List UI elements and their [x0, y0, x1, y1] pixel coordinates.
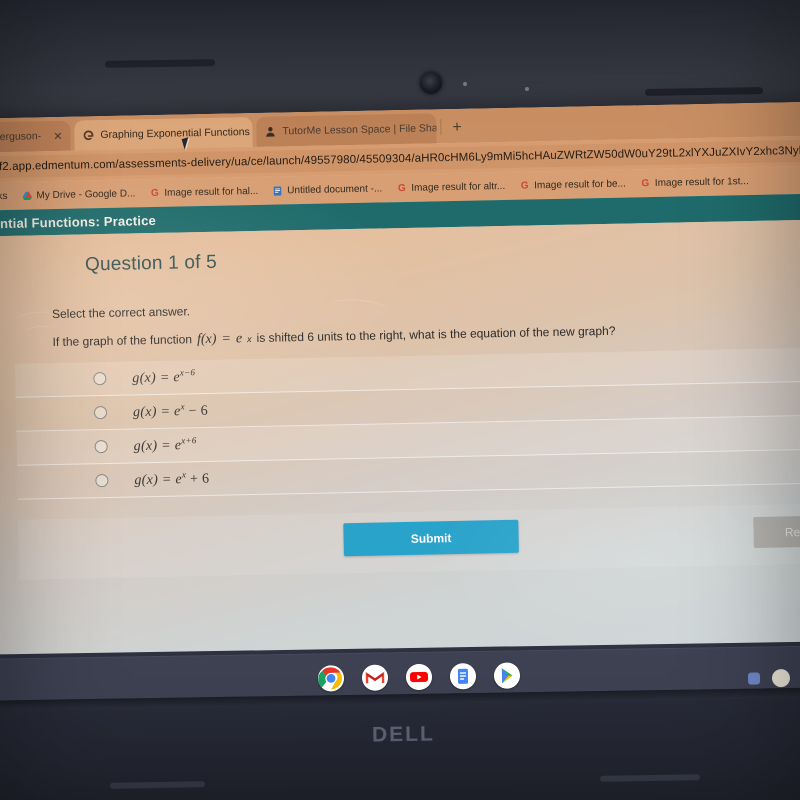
laptop-screen: 012 - Ferguson- ✕ Graphing Exponential F…: [0, 101, 800, 679]
night-light-moon-icon[interactable]: [771, 668, 791, 688]
answer-b-exponent: x: [180, 401, 185, 412]
instruction-text: Select the correct answer.: [51, 304, 191, 322]
reset-button[interactable]: Reset: [753, 515, 800, 549]
close-tab-1-icon[interactable]: ✕: [47, 129, 62, 142]
new-tab-button[interactable]: +: [452, 119, 462, 137]
answer-choice-b-label: g(x) = ex − 6: [132, 401, 209, 421]
screen-capture-icon[interactable]: [747, 672, 761, 685]
radio-button-b[interactable]: [93, 405, 108, 420]
docs-icon: [272, 185, 283, 196]
gmail-icon[interactable]: [361, 664, 389, 691]
page-title: Question 1 of 5: [84, 251, 218, 276]
assessment-content: Question 1 of 5 Select the correct answe…: [0, 219, 800, 679]
play-store-icon[interactable]: [493, 662, 521, 689]
action-button-row: Submit Reset: [18, 503, 800, 580]
bookmark-image-result-altr-label: Image result for altr...: [411, 180, 506, 194]
answer-a-exponent: x−6: [179, 367, 196, 378]
bookmark-my-drive[interactable]: My Drive - Google D...: [21, 188, 135, 201]
browser-tab-1-title: 012 - Ferguson-: [0, 130, 42, 144]
bookmark-image-result-hal-label: Image result for hal...: [164, 185, 259, 199]
bookmark-untitled-document-label: Untitled document -...: [287, 182, 383, 196]
google-docs-icon[interactable]: [449, 663, 477, 690]
question-prompt: If the graph of the function f(x) = ex i…: [52, 324, 615, 351]
dell-logo: DELL: [371, 722, 435, 747]
edmentum-icon: [82, 129, 94, 141]
answer-d-tail: + 6: [189, 471, 210, 488]
google-icon: G: [520, 179, 529, 192]
browser-tab-2-title: Graphing Exponential Functions: [100, 126, 250, 142]
bookmark-image-result-hal[interactable]: G Image result for hal...: [149, 185, 259, 199]
bookmark-image-result-1st-label: Image result for 1st...: [654, 175, 749, 189]
browser-tab-3[interactable]: TutorMe Lesson Space | File Sha ✕: [256, 113, 437, 147]
radio-button-d[interactable]: [95, 473, 109, 488]
shelf-status-tray[interactable]: [747, 665, 800, 690]
bookmark-untitled-document[interactable]: Untitled document -...: [272, 183, 382, 196]
browser-tab-3-title: TutorMe Lesson Space | File Sha: [282, 122, 437, 138]
answer-choice-c-label: g(x) = ex+6: [133, 435, 197, 455]
answer-choice-list: g(x) = ex−6 g(x) = ex − 6 g(x) = ex+6 g(…: [15, 347, 800, 500]
prompt-base: e: [235, 331, 243, 347]
drive-icon: [21, 190, 32, 201]
assessment-title: ponential Functions: Practice: [0, 212, 157, 232]
browser-tab-1[interactable]: 012 - Ferguson- ✕: [0, 120, 71, 154]
person-icon: [264, 126, 276, 138]
bookmark-image-result-1st[interactable]: G Image result for 1st...: [640, 176, 749, 189]
radio-button-a[interactable]: [93, 371, 107, 386]
photograph-of-laptop: 012 - Ferguson- ✕ Graphing Exponential F…: [0, 0, 800, 800]
youtube-icon[interactable]: [405, 663, 433, 691]
question-prompt-suffix: is shifted 6 units to the right, what is…: [256, 323, 616, 345]
google-icon: G: [641, 177, 650, 189]
answer-b-tail: − 6: [188, 403, 209, 420]
prompt-exponent: x: [247, 334, 252, 345]
radio-button-c[interactable]: [94, 439, 108, 454]
answer-choice-d-label: g(x) = ex + 6: [134, 469, 210, 489]
bookmark-image-result-be[interactable]: G Image result for be...: [519, 178, 626, 191]
chrome-icon[interactable]: [317, 665, 345, 692]
browser-tab-2[interactable]: Graphing Exponential Functions ✕: [74, 117, 253, 151]
prompt-function: f(x): [196, 331, 217, 348]
bookmark-my-drive-label: My Drive - Google D...: [36, 187, 136, 201]
answer-choice-a-label: g(x) = ex−6: [132, 367, 196, 387]
tab-divider: [440, 119, 442, 136]
webcam-indicator-dot: [463, 82, 467, 86]
shelf-app-icons: [317, 662, 521, 692]
answer-d-exponent: x: [181, 469, 187, 480]
question-prompt-prefix: If the graph of the function: [52, 332, 193, 350]
webcam-mic-dot: [525, 87, 529, 91]
google-icon: G: [150, 187, 159, 199]
google-icon: G: [397, 182, 406, 194]
bookmark-image-result-altr[interactable]: G Image result for altr...: [396, 180, 506, 194]
submit-button[interactable]: Submit: [343, 519, 519, 557]
bookmarks-label: okmarks: [0, 190, 8, 203]
prompt-equals: =: [221, 331, 232, 347]
bookmark-image-result-be-label: Image result for be...: [534, 178, 626, 191]
answer-c-exponent: x+6: [181, 435, 197, 446]
